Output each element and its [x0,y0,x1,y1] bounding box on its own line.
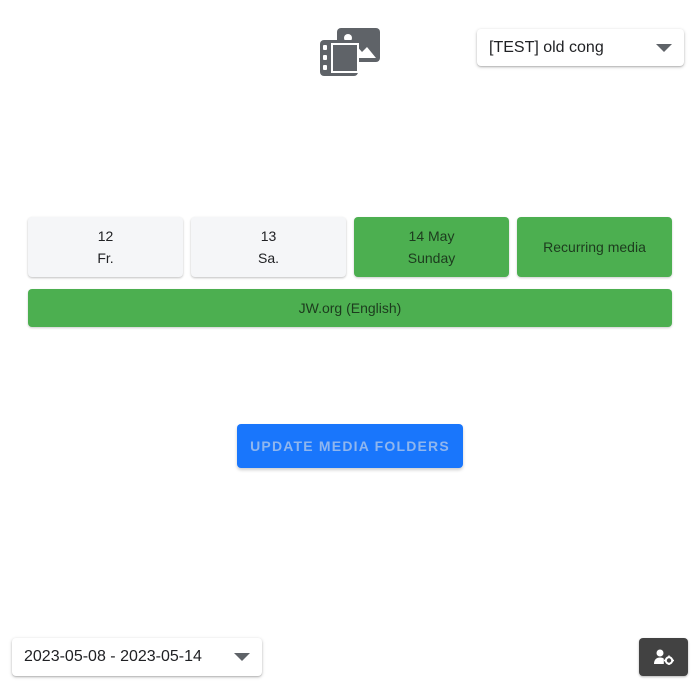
day-button-date: 12 [97,228,114,244]
day-buttons-row: 12 Fr. 13 Sa. 14 May Sunday Recurring me… [28,217,672,277]
caret-down-icon [234,653,250,661]
app-window: [TEST] old cong 12 Fr. 13 Sa. 14 May Sun… [0,0,700,700]
week-select[interactable]: 2023-05-08 - 2023-05-14 [12,638,262,676]
media-folders-icon [318,26,382,78]
update-media-folders-label: UPDATE MEDIA FOLDERS [250,438,450,454]
jworg-button[interactable]: JW.org (English) [28,289,672,327]
week-select-value: 2023-05-08 - 2023-05-14 [24,648,202,665]
day-button-14[interactable]: 14 May Sunday [354,217,509,277]
congregation-select-value: [TEST] old cong [489,38,604,56]
day-button-13[interactable]: 13 Sa. [191,217,346,277]
recurring-media-button[interactable]: Recurring media [517,217,672,277]
recurring-media-label: Recurring media [543,239,646,255]
day-button-weekday: Sunday [407,250,456,266]
day-button-date: 14 May [408,228,455,244]
day-button-weekday: Sa. [257,250,279,266]
jworg-label: JW.org (English) [298,300,402,316]
day-button-weekday: Fr. [97,250,114,266]
day-button-date: 13 [260,228,277,244]
day-button-12[interactable]: 12 Fr. [28,217,183,277]
congregation-select[interactable]: [TEST] old cong [477,29,684,66]
settings-button[interactable] [639,638,688,676]
caret-down-icon [656,43,672,52]
update-media-folders-button[interactable]: UPDATE MEDIA FOLDERS [237,424,463,468]
user-cog-icon [653,649,674,665]
